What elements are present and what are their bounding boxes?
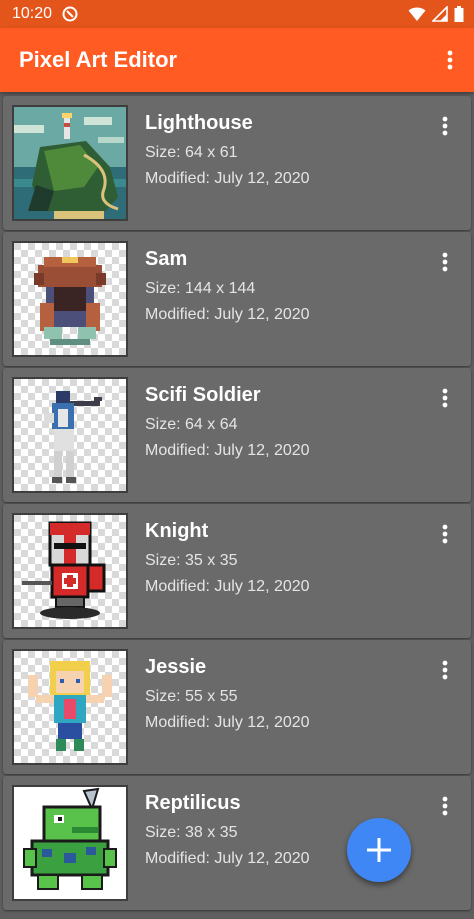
list-item[interactable]: Knight Size: 35 x 35 Modified: July 12, … [3,504,471,638]
item-modified: Modified: July 12, 2020 [145,850,310,867]
wifi-icon [408,7,426,21]
item-title: Sam [145,248,188,270]
item-menu-button[interactable] [431,384,459,412]
battery-icon [454,6,464,22]
item-title: Knight [145,520,209,542]
item-title: Jessie [145,656,207,678]
overflow-menu-button[interactable] [436,46,464,74]
item-modified: Modified: July 12, 2020 [145,442,310,459]
item-modified: Modified: July 12, 2020 [145,306,310,323]
status-bar: 10:20 [0,0,474,28]
item-size: Size: 55 x 55 [145,688,238,705]
list-item[interactable]: Sam Size: 144 x 144 Modified: July 12, 2… [3,232,471,366]
drawing-list[interactable]: Lighthouse Size: 64 x 61 Modified: July … [0,92,474,919]
item-menu-button[interactable] [431,248,459,276]
app-title: Pixel Art Editor [19,47,178,72]
list-item[interactable]: Lighthouse Size: 64 x 61 Modified: July … [3,96,471,230]
item-modified: Modified: July 12, 2020 [145,714,310,731]
item-size: Size: 38 x 35 [145,824,238,841]
more-vert-icon [447,50,453,70]
add-drawing-fab[interactable] [347,818,411,882]
item-menu-button[interactable] [431,112,459,140]
thumbnail-scifi-soldier [12,377,128,493]
status-time: 10:20 [12,5,53,22]
thumbnail-lighthouse [12,105,128,221]
thumbnail-reptilicus [12,785,128,901]
thumbnail-jessie [12,649,128,765]
add-icon [367,838,391,862]
status-icons [408,6,464,22]
more-vert-icon [442,660,448,680]
thumbnail-knight [12,513,128,629]
item-title: Lighthouse [145,112,253,134]
item-menu-button[interactable] [431,520,459,548]
more-vert-icon [442,252,448,272]
item-size: Size: 64 x 64 [145,416,238,433]
item-title: Scifi Soldier [145,384,261,406]
item-size: Size: 144 x 144 [145,280,256,297]
item-menu-button[interactable] [431,792,459,820]
item-modified: Modified: July 12, 2020 [145,170,310,187]
more-vert-icon [442,388,448,408]
item-size: Size: 64 x 61 [145,144,238,161]
app-bar: Pixel Art Editor [0,28,474,92]
item-title: Reptilicus [145,792,241,814]
more-vert-icon [442,116,448,136]
app-notification-icon [62,6,78,22]
list-item[interactable]: Scifi Soldier Size: 64 x 64 Modified: Ju… [3,368,471,502]
more-vert-icon [442,524,448,544]
item-modified: Modified: July 12, 2020 [145,578,310,595]
signal-icon [432,6,448,22]
more-vert-icon [442,796,448,816]
item-size: Size: 35 x 35 [145,552,238,569]
list-item[interactable]: Jessie Size: 55 x 55 Modified: July 12, … [3,640,471,774]
thumbnail-sam [12,241,128,357]
item-menu-button[interactable] [431,656,459,684]
